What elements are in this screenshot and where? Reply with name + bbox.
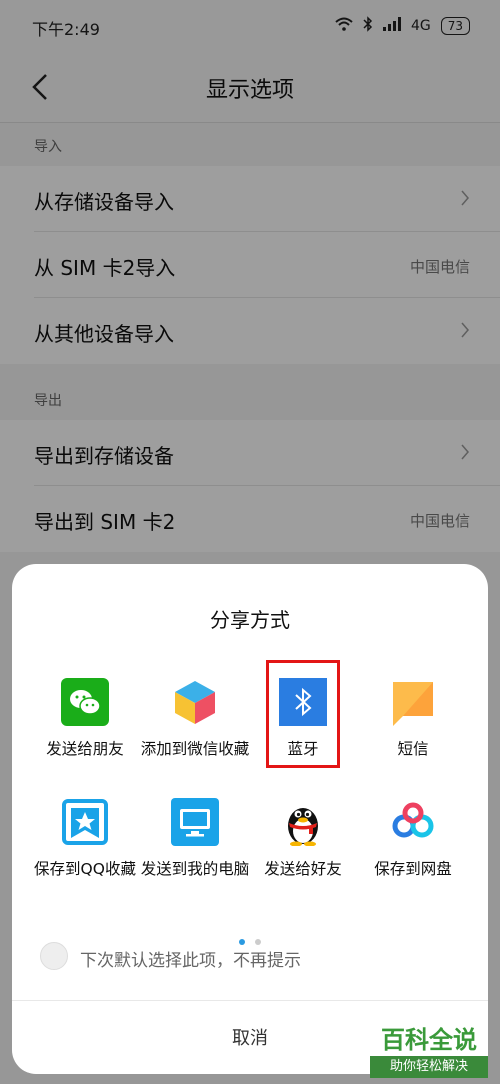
highlight-box — [266, 660, 340, 768]
share-label: 保存到网盘 — [374, 860, 452, 878]
share-qq-friend[interactable]: 发送给好友 — [244, 798, 362, 880]
wechat-favorites-icon — [171, 678, 219, 726]
share-sheet: 分享方式 发送给朋友 添加到微信收藏 蓝牙 短信 保存到QQ收藏 发送到我的电脑… — [12, 564, 488, 1074]
qq-penguin-icon — [279, 798, 327, 847]
share-label: 发送给朋友 — [46, 740, 124, 758]
share-cloud-drive[interactable]: 保存到网盘 — [354, 798, 472, 880]
watermark-logo: 百科全说 助你轻松解决 — [370, 1024, 488, 1078]
share-label: 保存到QQ收藏 — [34, 860, 136, 878]
share-sheet-title: 分享方式 — [210, 608, 290, 632]
sms-icon — [389, 678, 437, 726]
watermark-subtitle: 助你轻松解决 — [370, 1056, 488, 1078]
share-wechat-friend[interactable]: 发送给朋友 — [26, 678, 144, 760]
share-label: 添加到微信收藏 — [140, 740, 250, 758]
share-qq-favorites[interactable]: 保存到QQ收藏 — [26, 798, 144, 880]
default-option-label: 下次默认选择此项，不再提示 — [80, 951, 301, 971]
wechat-icon — [61, 678, 109, 726]
share-my-computer[interactable]: 发送到我的电脑 — [136, 798, 254, 880]
page-dot-active — [239, 939, 246, 945]
page-dot — [254, 939, 261, 945]
default-option-checkbox[interactable] — [40, 942, 68, 970]
share-label: 短信 — [397, 740, 429, 758]
share-wechat-favorites[interactable]: 添加到微信收藏 — [136, 678, 254, 760]
share-label: 发送到我的电脑 — [140, 860, 250, 878]
share-sms[interactable]: 短信 — [354, 678, 472, 760]
divider — [12, 1000, 488, 1001]
share-label: 发送给好友 — [264, 860, 342, 878]
qq-favorites-icon — [61, 798, 109, 846]
watermark-title: 百科全说 — [370, 1024, 488, 1056]
cloud-drive-icon — [389, 798, 437, 846]
computer-icon — [171, 798, 219, 846]
